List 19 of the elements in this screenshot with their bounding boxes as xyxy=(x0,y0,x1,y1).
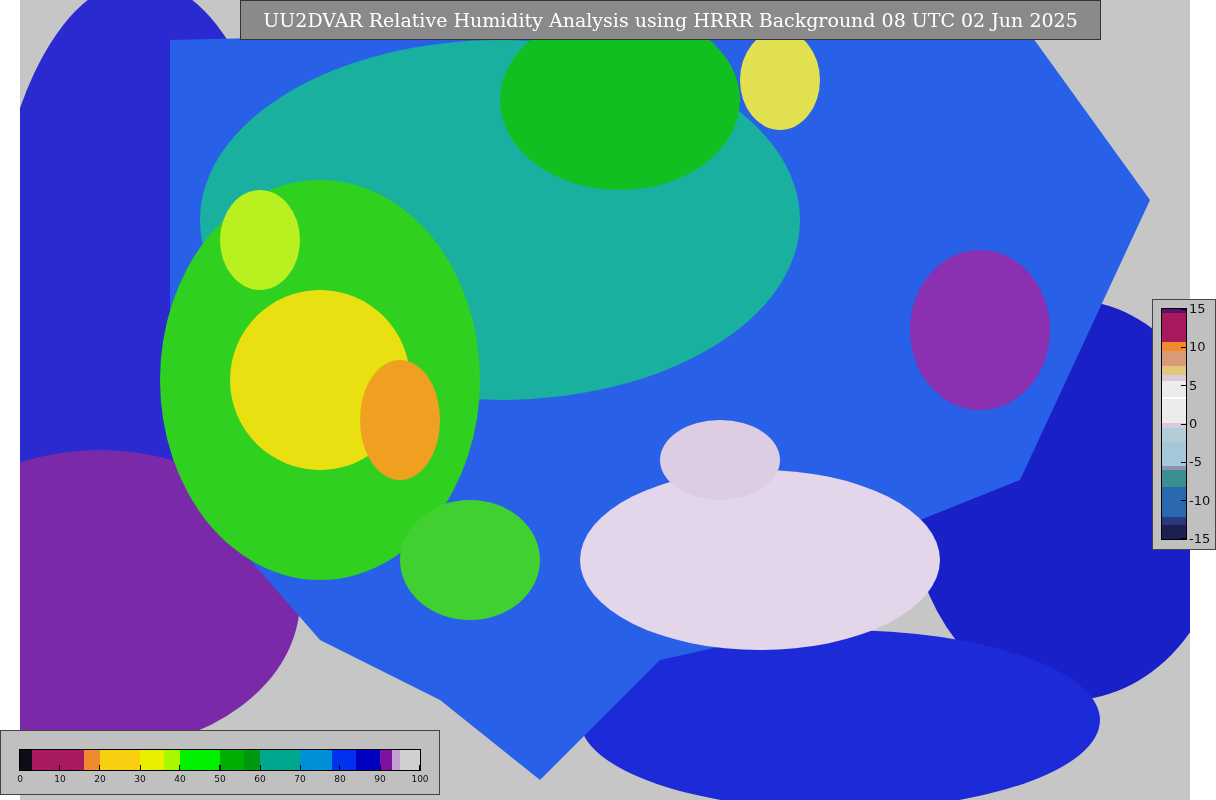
tick-label: 10 xyxy=(1189,340,1206,354)
tick-label: 60 xyxy=(254,775,266,784)
tick-label: -15 xyxy=(1189,532,1211,545)
tick-label: -5 xyxy=(1189,455,1202,469)
tick-label: 5 xyxy=(1189,378,1198,392)
tick-label: 0 xyxy=(1189,417,1198,430)
tick-label: 90 xyxy=(374,775,386,784)
tick-label: 30 xyxy=(134,775,146,784)
tick-label: 50 xyxy=(214,775,226,784)
map-title: UU2DVAR Relative Humidity Analysis using HRRR Background 08 UTC 02 Jun 2025 xyxy=(240,0,1101,40)
tick-label: 80 xyxy=(334,775,346,784)
tick-label: 0 xyxy=(17,775,23,784)
tick-label: 100 xyxy=(411,775,429,784)
tick-label: 20 xyxy=(94,775,106,784)
tick-label: 10 xyxy=(54,775,66,784)
tick-label: 70 xyxy=(294,775,306,784)
tick-label: 15 xyxy=(1189,302,1206,315)
tick-label: -10 xyxy=(1189,493,1211,507)
tick-label: 40 xyxy=(174,775,186,784)
